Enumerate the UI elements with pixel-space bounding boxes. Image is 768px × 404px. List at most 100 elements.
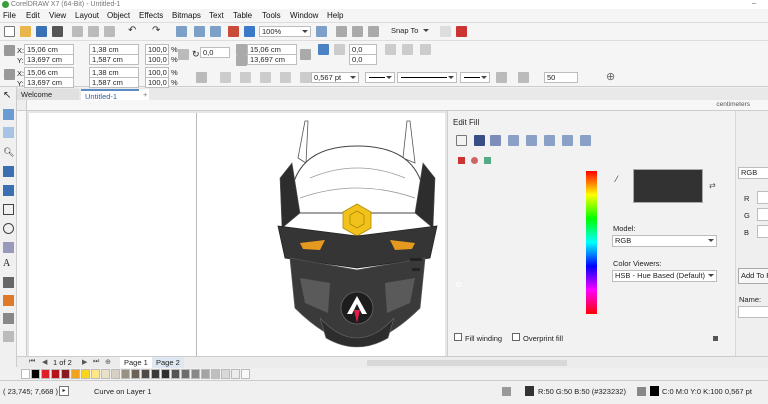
drop-shadow-icon[interactable]	[3, 313, 14, 324]
artistic-media-icon[interactable]	[3, 185, 14, 196]
menu-edit[interactable]: Edit	[26, 11, 40, 20]
palette-swatch[interactable]	[141, 369, 150, 379]
fill-color-indicator[interactable]	[525, 386, 534, 396]
palette-swatch[interactable]	[211, 369, 220, 379]
two-color-pattern-icon[interactable]	[544, 135, 555, 146]
corner-chamfer-icon[interactable]	[260, 72, 271, 83]
height-field-2[interactable]: 1,587 cm	[89, 77, 139, 88]
first-page-button[interactable]: ⏮	[29, 358, 35, 366]
menu-window[interactable]: Window	[290, 11, 318, 20]
shape-tool-icon[interactable]	[3, 109, 14, 120]
palette-swatch[interactable]	[171, 369, 180, 379]
page-tab-1[interactable]: Page 1	[120, 357, 152, 368]
palette-swatch[interactable]	[181, 369, 190, 379]
combine-icon[interactable]	[280, 72, 291, 83]
print-icon[interactable]	[52, 26, 63, 37]
palette-swatch[interactable]	[121, 369, 130, 379]
add-to-palette-button[interactable]: Add To P	[738, 268, 768, 284]
corner-scallop-icon[interactable]	[240, 72, 251, 83]
new-document-icon[interactable]	[4, 26, 15, 37]
bitmap-pattern-icon[interactable]	[526, 135, 537, 146]
palette-swatch[interactable]	[81, 369, 90, 379]
color-viewers-select[interactable]: HSB - Hue Based (Default)	[612, 270, 717, 282]
menu-table[interactable]: Table	[233, 11, 252, 20]
copy-icon[interactable]	[88, 26, 99, 37]
page-tab-2[interactable]: Page 2	[152, 357, 184, 368]
node-icon[interactable]	[300, 49, 311, 60]
no-fill-icon[interactable]	[456, 135, 467, 146]
object-origin-2-icon[interactable]	[4, 69, 15, 80]
corner-round-icon[interactable]	[220, 72, 231, 83]
align-icon[interactable]	[334, 44, 345, 55]
lock-ratio-2-icon[interactable]	[196, 72, 207, 83]
prev-page-button[interactable]: ◀	[42, 358, 47, 366]
texture-fill-icon[interactable]	[562, 135, 573, 146]
scale-y-field-2[interactable]: 100,0	[145, 77, 169, 88]
paste-icon[interactable]	[104, 26, 115, 37]
status-toggle-icon[interactable]: ▸	[59, 386, 69, 396]
menu-effects[interactable]: Effects	[139, 11, 163, 20]
menu-tools[interactable]: Tools	[262, 11, 281, 20]
redo-icon[interactable]: ↷	[152, 26, 163, 37]
transform-icon[interactable]	[318, 44, 329, 55]
b-value-field[interactable]	[757, 225, 768, 238]
options-icon[interactable]	[440, 26, 451, 37]
show-grid-icon[interactable]	[352, 26, 363, 37]
transparency-icon[interactable]	[3, 331, 14, 342]
palette-swatch[interactable]	[61, 369, 70, 379]
eyedropper-icon[interactable]: ⁄	[616, 174, 618, 184]
docker-scroll-arrow[interactable]	[713, 336, 718, 341]
undo-icon[interactable]: ↶	[128, 26, 139, 37]
parallel-dimension-icon[interactable]	[3, 277, 14, 288]
menu-view[interactable]: View	[49, 11, 66, 20]
menu-help[interactable]: Help	[327, 11, 343, 20]
curve-smoothing-field[interactable]: 50	[544, 72, 578, 83]
palette-swatch[interactable]	[191, 369, 200, 379]
palette-swatch[interactable]	[41, 369, 50, 379]
postscript-fill-icon[interactable]	[580, 135, 591, 146]
y-position-field-2[interactable]: 13,697 cm	[24, 77, 74, 88]
tab-untitled-1[interactable]: Untitled-1	[81, 89, 139, 101]
skew-icon[interactable]	[385, 44, 396, 55]
connector-tool-icon[interactable]	[3, 295, 14, 306]
palette-swatch[interactable]	[131, 369, 140, 379]
palette-swatch[interactable]	[231, 369, 240, 379]
show-guidelines-icon[interactable]	[368, 26, 379, 37]
duplicate-icon[interactable]	[402, 44, 413, 55]
wrap-text-icon[interactable]	[496, 72, 507, 83]
fill-winding-checkbox[interactable]	[454, 333, 462, 341]
mirror-h-icon[interactable]	[236, 44, 247, 55]
full-screen-icon[interactable]	[316, 26, 327, 37]
y2-field[interactable]: 13,697 cm	[247, 54, 297, 65]
welcome-icon[interactable]	[244, 26, 255, 37]
vector-pattern-icon[interactable]	[508, 135, 519, 146]
palette-swatch[interactable]	[201, 369, 210, 379]
palette-swatch[interactable]	[31, 369, 40, 379]
palette-swatch[interactable]	[151, 369, 160, 379]
palette-swatch[interactable]	[221, 369, 230, 379]
palette-swatch[interactable]	[241, 369, 250, 379]
swap-icon[interactable]: ⇄	[709, 181, 716, 190]
color-harmonies-icon[interactable]	[471, 157, 478, 164]
application-launcher-icon[interactable]	[456, 26, 467, 37]
palette-swatch[interactable]	[91, 369, 100, 379]
outline-color-indicator[interactable]	[650, 386, 659, 396]
zoom-select[interactable]: 100%	[259, 26, 311, 37]
angle3-field[interactable]: 0,0	[349, 54, 377, 65]
pick-tool-icon[interactable]: ↖	[3, 91, 14, 102]
polygon-tool-icon[interactable]	[3, 242, 14, 253]
color-viewers-icon[interactable]	[458, 157, 465, 164]
ellipse-tool-icon[interactable]	[3, 223, 14, 234]
r-value-field[interactable]	[757, 191, 768, 204]
minimize-icon[interactable]: –	[752, 0, 756, 7]
snap-to-dropdown[interactable]: Snap To	[389, 26, 431, 37]
hue-slider[interactable]	[586, 171, 597, 314]
add-page-button[interactable]: ⊕	[105, 358, 111, 366]
horizontal-scrollbar[interactable]	[367, 360, 567, 366]
name-field[interactable]	[738, 306, 768, 318]
crop-tool-icon[interactable]	[3, 127, 14, 138]
add-tab-icon[interactable]: +	[139, 89, 149, 100]
lock-ratio-icon[interactable]	[178, 49, 189, 60]
export-icon[interactable]	[210, 26, 221, 37]
color-palettes-icon[interactable]	[484, 157, 491, 164]
